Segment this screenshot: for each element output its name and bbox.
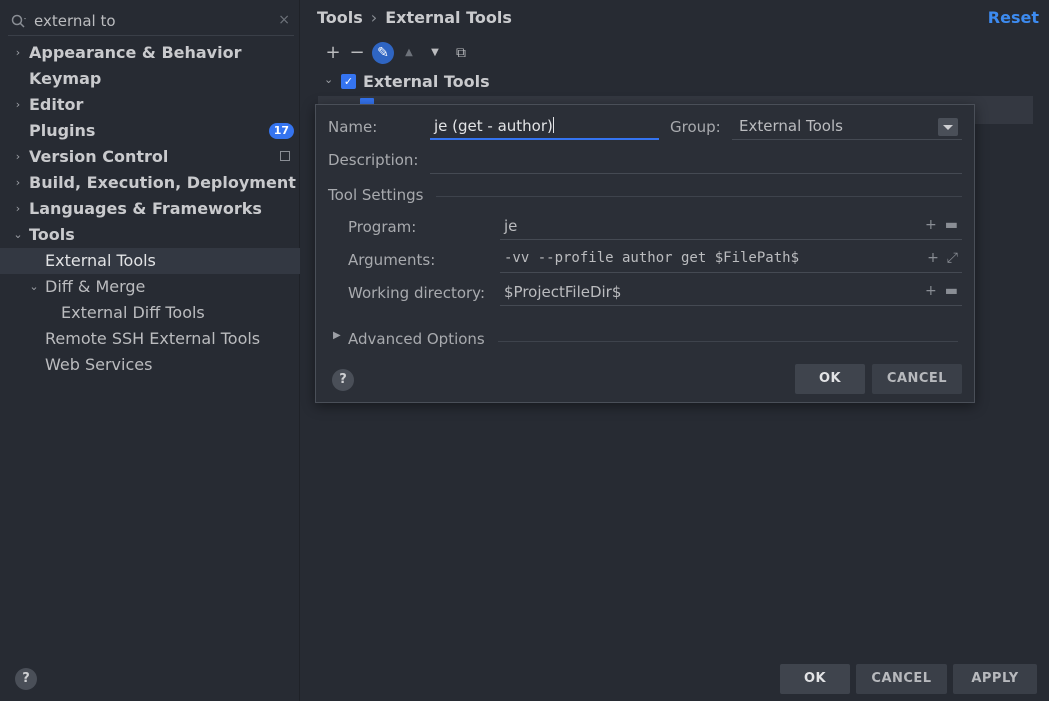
sidebar-item-label: Languages & Frameworks	[29, 199, 262, 218]
edit-tool-dialog: Name: je (get - author) Group: External …	[315, 104, 975, 403]
move-down-icon[interactable]: ▼	[424, 42, 446, 64]
name-label: Name:	[328, 118, 378, 136]
sidebar-item-version-control[interactable]: › Version Control	[0, 144, 300, 170]
group-dropdown[interactable]: External Tools	[732, 114, 962, 140]
sidebar-item-plugins[interactable]: Plugins 17	[0, 118, 300, 144]
text-cursor	[552, 117, 554, 133]
sidebar-item-label: Appearance & Behavior	[29, 43, 242, 62]
apply-button[interactable]: APPLY	[953, 664, 1037, 694]
dialog-cancel-button[interactable]: CANCEL	[872, 364, 962, 394]
insert-macro-icon[interactable]: +	[925, 217, 937, 233]
sidebar-item-editor[interactable]: › Editor	[0, 92, 300, 118]
chevron-right-icon[interactable]: ▶	[333, 330, 341, 341]
sidebar-item-label: Keymap	[29, 69, 102, 88]
section-divider	[498, 341, 958, 342]
arguments-input[interactable]: -vv --profile author get $FilePath$	[504, 250, 799, 266]
remove-icon[interactable]: −	[346, 42, 368, 64]
chevron-right-icon[interactable]: ›	[12, 196, 24, 222]
name-input[interactable]: je (get - author)	[434, 117, 554, 135]
ok-button[interactable]: OK	[780, 664, 850, 694]
arguments-label: Arguments:	[348, 251, 436, 269]
working-directory-field[interactable]: $ProjectFileDir$ + ▬	[500, 280, 962, 306]
breadcrumb: Tools › External Tools	[317, 8, 512, 27]
chevron-right-icon[interactable]: ›	[12, 40, 24, 66]
sidebar-item-external-tools[interactable]: External Tools	[0, 248, 300, 274]
clear-search-icon[interactable]: ×	[278, 12, 290, 28]
sidebar-item-label: External Diff Tools	[61, 303, 205, 322]
program-field[interactable]: je + ▬	[500, 214, 962, 240]
description-field[interactable]	[430, 148, 962, 174]
plugins-update-badge: 17	[268, 123, 294, 139]
program-label: Program:	[348, 218, 417, 236]
reset-link[interactable]: Reset	[988, 8, 1039, 27]
chevron-right-icon[interactable]: ›	[12, 144, 24, 170]
group-label: External Tools	[363, 72, 490, 91]
group-enabled-checkbox[interactable]: ✓	[341, 74, 356, 89]
working-directory-input[interactable]: $ProjectFileDir$	[504, 283, 621, 301]
description-label: Description:	[328, 151, 419, 169]
copy-icon[interactable]: ⧉	[450, 42, 472, 64]
chevron-down-icon[interactable]	[938, 118, 958, 136]
sidebar-item-label: Web Services	[45, 355, 153, 374]
project-level-icon	[280, 151, 290, 161]
search-input[interactable]: external to	[34, 12, 116, 30]
breadcrumb-current: External Tools	[385, 8, 512, 27]
breadcrumb-parent[interactable]: Tools	[317, 8, 363, 27]
sidebar-item-label: Version Control	[29, 147, 169, 166]
sidebar-item-label: Editor	[29, 95, 84, 114]
move-up-icon[interactable]: ▲	[398, 42, 420, 64]
cancel-button[interactable]: CANCEL	[856, 664, 947, 694]
chevron-down-icon[interactable]: ⌄	[12, 222, 24, 248]
search-icon	[11, 14, 26, 28]
expand-icon[interactable]: ⤢	[947, 250, 958, 266]
sidebar-item-remote-ssh[interactable]: Remote SSH External Tools	[0, 326, 300, 352]
group-dropdown-value: External Tools	[739, 117, 843, 135]
sidebar-item-label: Diff & Merge	[45, 277, 146, 296]
settings-sidebar: external to × › Appearance & Behavior Ke…	[0, 0, 300, 701]
dialog-help-button[interactable]: ?	[332, 369, 354, 391]
advanced-options-toggle[interactable]: Advanced Options	[348, 330, 485, 348]
sidebar-item-external-diff-tools[interactable]: External Diff Tools	[0, 300, 300, 326]
arguments-field[interactable]: -vv --profile author get $FilePath$ + ⤢	[500, 247, 962, 273]
external-tools-group-row[interactable]: ⌄ ✓ External Tools	[318, 70, 1033, 94]
help-button[interactable]: ?	[15, 668, 37, 690]
working-directory-label: Working directory:	[348, 284, 486, 302]
sidebar-item-label: External Tools	[45, 251, 156, 270]
program-input[interactable]: je	[504, 217, 517, 235]
sidebar-item-appearance[interactable]: › Appearance & Behavior	[0, 40, 300, 66]
section-divider	[436, 196, 962, 197]
sidebar-item-label: Tools	[29, 225, 75, 244]
chevron-right-icon[interactable]: ›	[12, 92, 24, 118]
sidebar-item-label: Build, Execution, Deployment	[29, 173, 296, 192]
add-icon[interactable]: +	[322, 42, 344, 64]
sidebar-item-build[interactable]: › Build, Execution, Deployment	[0, 170, 300, 196]
edit-icon[interactable]: ✎	[372, 42, 394, 64]
sidebar-item-keymap[interactable]: Keymap	[0, 66, 300, 92]
insert-macro-icon[interactable]: +	[927, 250, 939, 266]
dialog-ok-button[interactable]: OK	[795, 364, 865, 394]
sidebar-item-languages[interactable]: › Languages & Frameworks	[0, 196, 300, 222]
group-label: Group:	[670, 118, 721, 136]
tool-settings-title: Tool Settings	[328, 186, 424, 204]
sidebar-item-web-services[interactable]: Web Services	[0, 352, 300, 378]
chevron-down-icon[interactable]: ⌄	[28, 274, 40, 300]
name-field[interactable]: je (get - author)	[430, 114, 659, 140]
browse-folder-icon[interactable]: ▬	[945, 283, 958, 299]
chevron-right-icon[interactable]: ›	[12, 170, 24, 196]
browse-folder-icon[interactable]: ▬	[945, 217, 958, 233]
sidebar-item-label: Remote SSH External Tools	[45, 329, 261, 348]
breadcrumb-separator: ›	[370, 8, 378, 27]
sidebar-item-label: Plugins	[29, 121, 96, 140]
chevron-down-icon[interactable]: ⌄	[324, 73, 333, 86]
sidebar-item-tools[interactable]: ⌄ Tools	[0, 222, 300, 248]
insert-macro-icon[interactable]: +	[925, 283, 937, 299]
search-field[interactable]: external to ×	[8, 8, 294, 36]
sidebar-item-diff-merge[interactable]: ⌄ Diff & Merge	[0, 274, 300, 300]
